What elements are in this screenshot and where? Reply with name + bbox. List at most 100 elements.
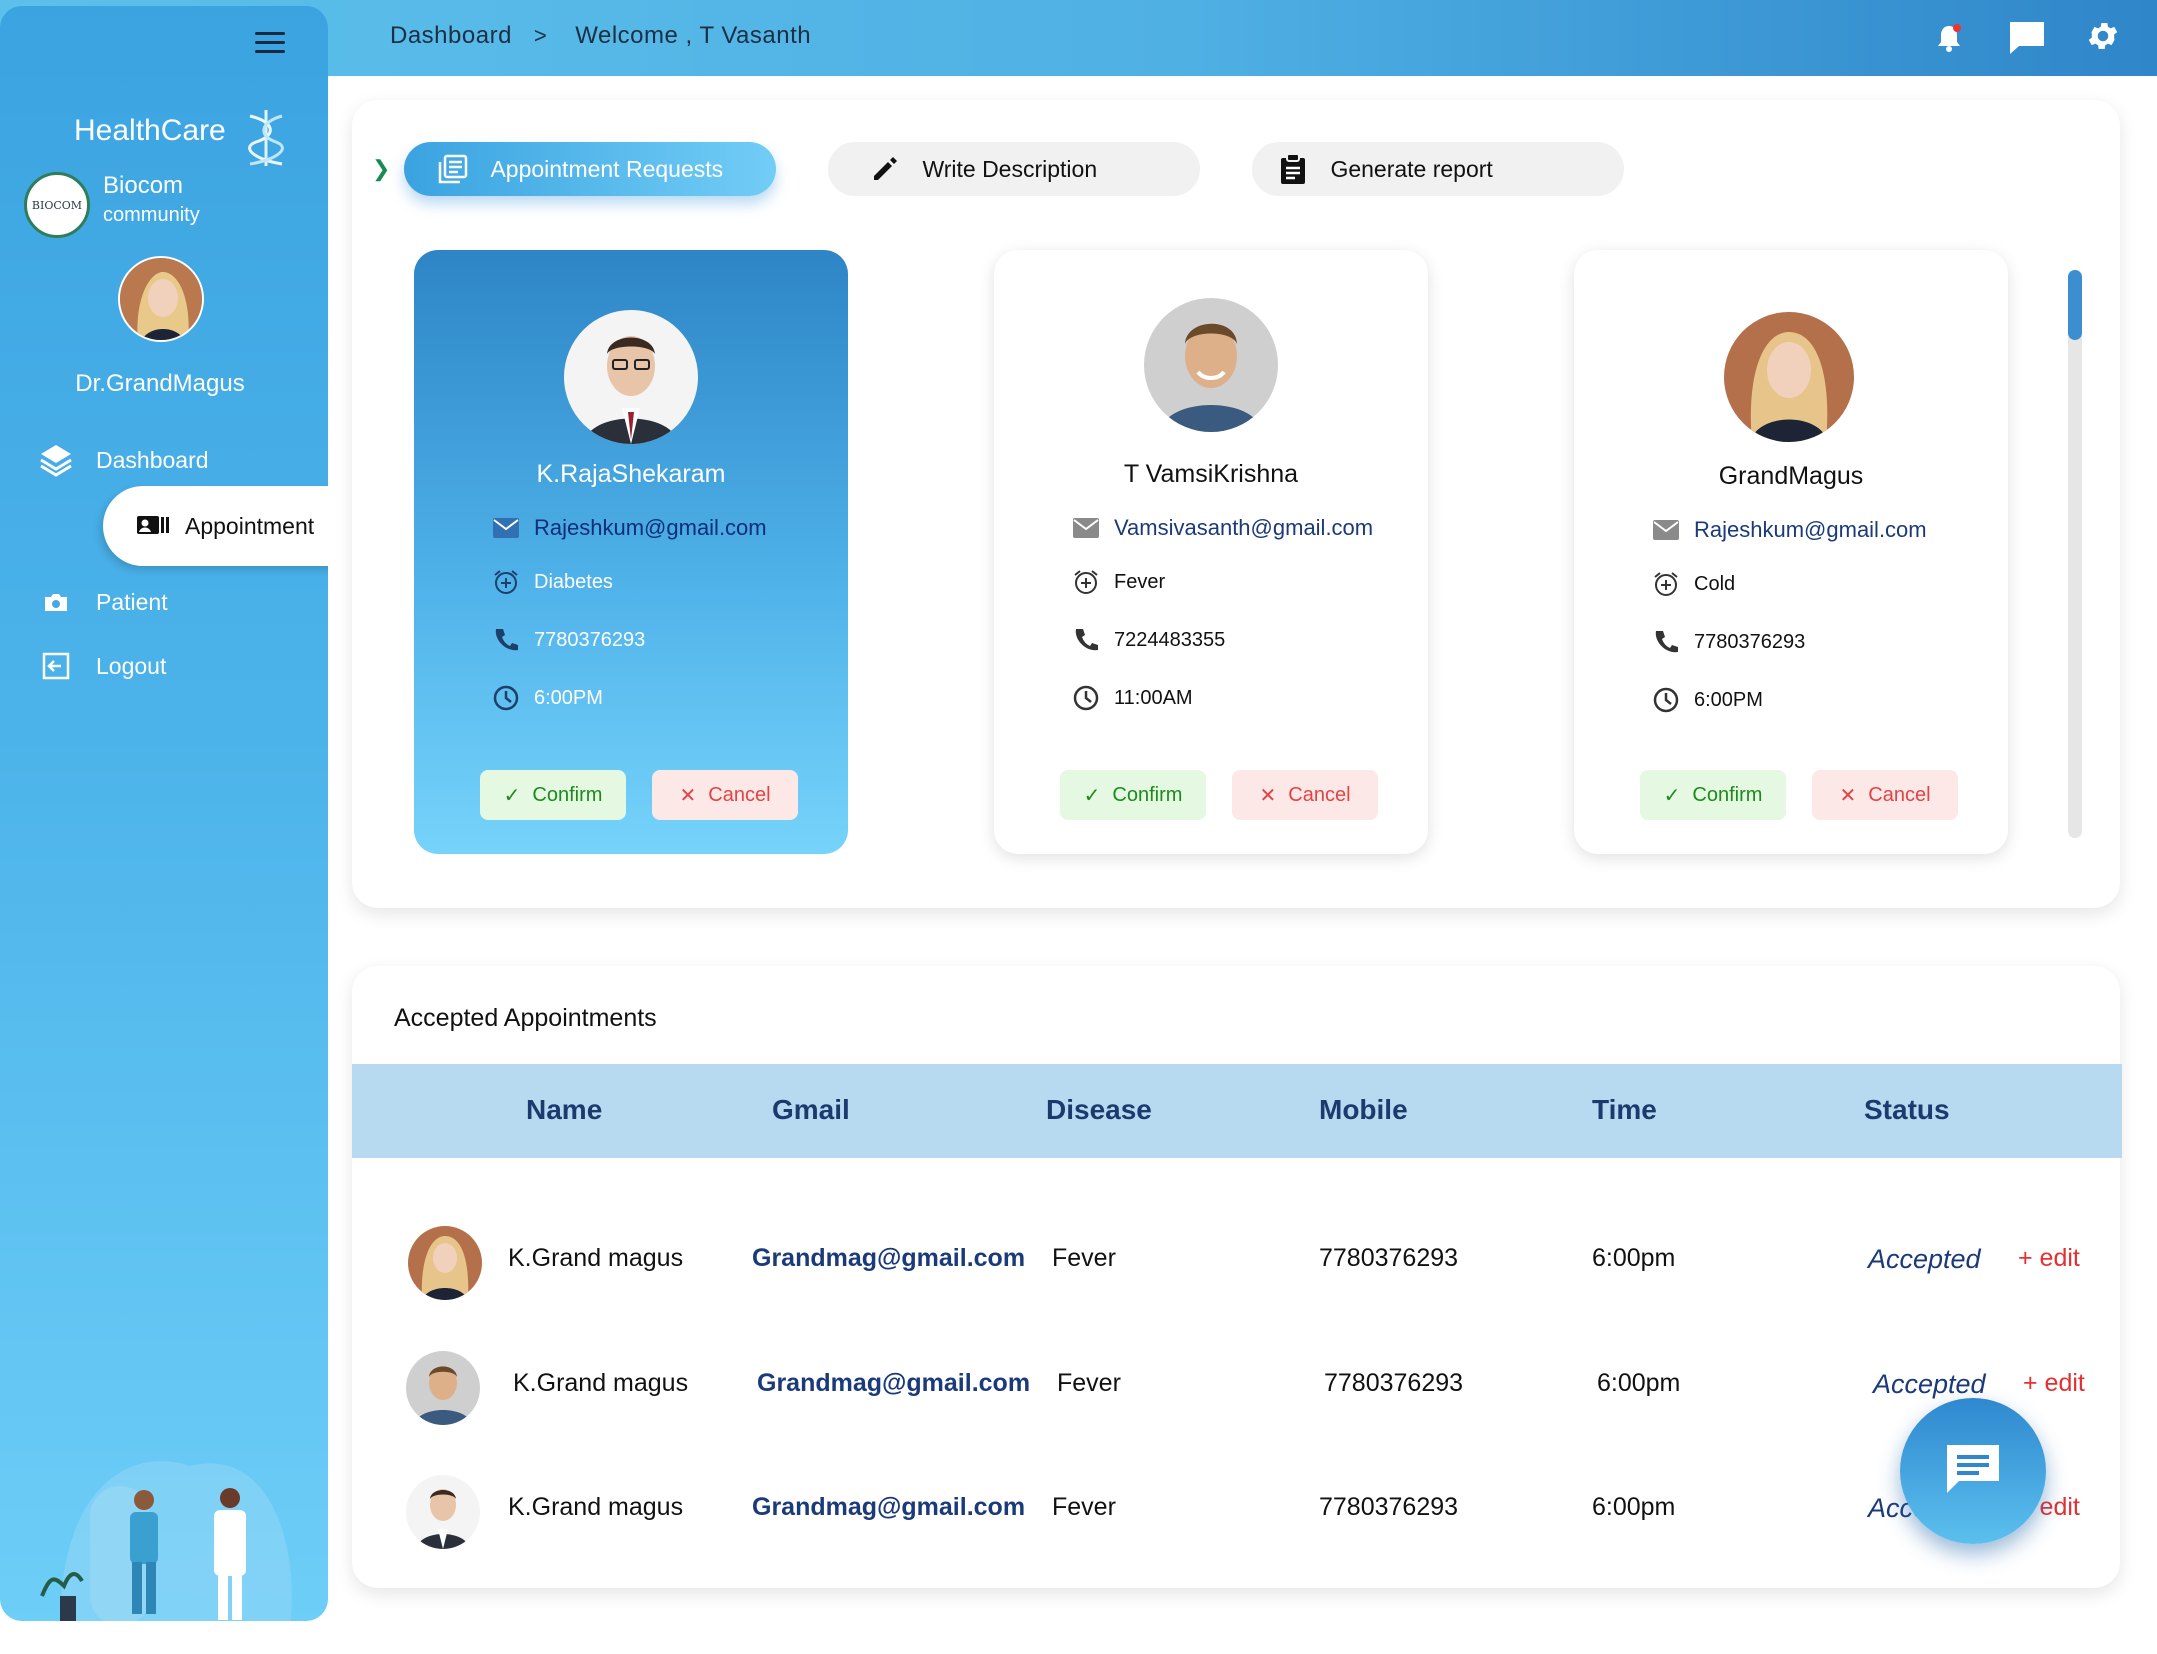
- row-avatar: [406, 1351, 480, 1425]
- cell-gmail[interactable]: Grandmag@gmail.com: [752, 1244, 1025, 1273]
- request-card[interactable]: K.RajaShekaram Rajeshkum@gmail.com Diabe…: [414, 250, 848, 854]
- row-avatar: [406, 1475, 480, 1549]
- confirm-label: Confirm: [1112, 783, 1183, 806]
- confirm-label: Confirm: [532, 783, 603, 806]
- patient-name: T VamsiKrishna: [1123, 460, 1299, 488]
- chat-icon[interactable]: [2007, 18, 2047, 58]
- sidebar-item-dashboard[interactable]: Dashboard: [38, 442, 209, 478]
- scrollbar-thumb[interactable]: [2068, 270, 2082, 340]
- patient-email: Rajeshkum@gmail.com: [1650, 514, 1927, 546]
- email-text: Rajeshkum@gmail.com: [534, 515, 767, 540]
- cancel-label: Cancel: [1868, 783, 1931, 806]
- breadcrumb-separator: >: [533, 23, 548, 48]
- patient-phone: 7780376293: [490, 624, 645, 656]
- cell-time: 6:00pm: [1592, 1493, 1676, 1521]
- breadcrumb-dashboard-link[interactable]: Dashboard: [390, 22, 512, 50]
- confirm-button[interactable]: ✓ Confirm: [480, 770, 626, 820]
- mail-icon: [490, 512, 522, 544]
- tab-label: Appointment Requests: [490, 155, 724, 182]
- cell-gmail[interactable]: Grandmag@gmail.com: [752, 1493, 1025, 1522]
- close-icon: ✕: [679, 784, 697, 807]
- confirm-label: Confirm: [1692, 783, 1763, 806]
- cell-mobile: 7780376293: [1324, 1369, 1464, 1397]
- phone-icon: [1650, 626, 1682, 658]
- status-badge: Accepted: [1868, 1244, 1981, 1274]
- menu-icon[interactable]: [255, 32, 285, 59]
- confirm-button[interactable]: ✓ Confirm: [1640, 770, 1786, 820]
- request-card[interactable]: T VamsiKrishna Vamsivasanth@gmail.com Fe…: [994, 250, 1428, 854]
- time-text: 6:00PM: [534, 686, 603, 709]
- column-header-gmail: Gmail: [772, 1094, 850, 1125]
- bell-icon[interactable]: [1929, 18, 1969, 58]
- clock-icon: [1650, 684, 1682, 716]
- column-header-mobile: Mobile: [1319, 1094, 1408, 1125]
- medical-staff-illustration: [40, 1461, 292, 1621]
- patient-time: 6:00PM: [1650, 684, 1763, 716]
- message-icon: [1943, 1441, 2003, 1502]
- cell-gmail[interactable]: Grandmag@gmail.com: [757, 1369, 1030, 1398]
- confirm-button[interactable]: ✓ Confirm: [1060, 770, 1206, 820]
- id-card-icon: [135, 508, 171, 544]
- sidebar-item-logout[interactable]: Logout: [38, 648, 166, 684]
- doctor-name: Dr.GrandMagus: [75, 370, 245, 397]
- tab-label: Write Description: [922, 155, 1098, 182]
- patient-email: Vamsivasanth@gmail.com: [1070, 512, 1373, 544]
- edit-link[interactable]: + edit: [2023, 1369, 2085, 1398]
- sidebar-item-label: Dashboard: [96, 446, 209, 473]
- floating-chat-button[interactable]: [1900, 1398, 2046, 1544]
- accepted-appointments-panel: Accepted Appointments Name Gmail Disease…: [352, 966, 2122, 1588]
- patient-phone: 7224483355: [1070, 624, 1225, 656]
- phone-icon: [1070, 624, 1102, 656]
- cell-mobile: 7780376293: [1319, 1244, 1459, 1272]
- email-text: Vamsivasanth@gmail.com: [1114, 515, 1374, 540]
- check-icon: ✓: [1663, 784, 1681, 807]
- breadcrumb-current: Welcome , T Vasanth: [575, 22, 812, 49]
- column-header-disease: Disease: [1046, 1094, 1152, 1125]
- close-icon: ✕: [1259, 784, 1277, 807]
- time-text: 6:00PM: [1694, 688, 1763, 711]
- cancel-label: Cancel: [708, 783, 771, 806]
- patient-avatar: [1724, 312, 1854, 442]
- layers-icon: [38, 442, 74, 478]
- column-header-status: Status: [1864, 1094, 1950, 1125]
- cancel-button[interactable]: ✕ Cancel: [1232, 770, 1378, 820]
- sidebar-item-patient[interactable]: Patient: [38, 584, 168, 620]
- edit-link[interactable]: + edit: [2018, 1244, 2080, 1273]
- vertical-scrollbar[interactable]: [2068, 270, 2082, 838]
- patient-disease: Fever: [1070, 566, 1165, 598]
- cancel-button[interactable]: ✕ Cancel: [652, 770, 798, 820]
- gear-icon[interactable]: [2085, 18, 2125, 58]
- tab-appointment-requests[interactable]: Appointment Requests: [404, 142, 777, 196]
- patient-disease: Cold: [1650, 568, 1735, 600]
- disease-text: Diabetes: [534, 570, 613, 593]
- patient-email: Rajeshkum@gmail.com: [490, 512, 767, 544]
- phone-text: 7780376293: [1694, 630, 1806, 653]
- tab-write-description[interactable]: Write Description: [828, 142, 1201, 196]
- clock-icon: [490, 682, 522, 714]
- org-logo: BIOCOM: [24, 172, 90, 238]
- patient-avatar: [564, 310, 698, 444]
- patient-avatar: [1144, 298, 1278, 432]
- cancel-button[interactable]: ✕ Cancel: [1812, 770, 1958, 820]
- disease-text: Cold: [1694, 572, 1736, 595]
- table-row: K.Grand magus Grandmag@gmail.com Fever 7…: [352, 1347, 2120, 1427]
- alarm-add-icon: [1650, 568, 1682, 600]
- phone-text: 7780376293: [534, 628, 646, 651]
- column-header-name: Name: [526, 1094, 603, 1125]
- patient-time: 6:00PM: [490, 682, 603, 714]
- tab-generate-report[interactable]: Generate report: [1252, 142, 1625, 196]
- cell-time: 6:00pm: [1597, 1369, 1681, 1397]
- cancel-label: Cancel: [1288, 783, 1351, 806]
- doctor-avatar[interactable]: [118, 256, 204, 342]
- chevron-right-icon: ❯: [372, 156, 391, 181]
- org-subtitle: community: [103, 204, 200, 226]
- tab-label: Generate report: [1330, 155, 1493, 182]
- alarm-add-icon: [490, 566, 522, 598]
- column-header-time: Time: [1592, 1094, 1657, 1125]
- section-title: Accepted Appointments: [394, 1004, 657, 1032]
- patient-time: 11:00AM: [1070, 682, 1193, 714]
- request-card[interactable]: GrandMagus Rajeshkum@gmail.com Cold 7780…: [1574, 250, 2008, 854]
- sidebar-item-appointment[interactable]: Appointment: [103, 486, 328, 566]
- mail-icon: [1070, 512, 1102, 544]
- camera-icon: [38, 584, 74, 620]
